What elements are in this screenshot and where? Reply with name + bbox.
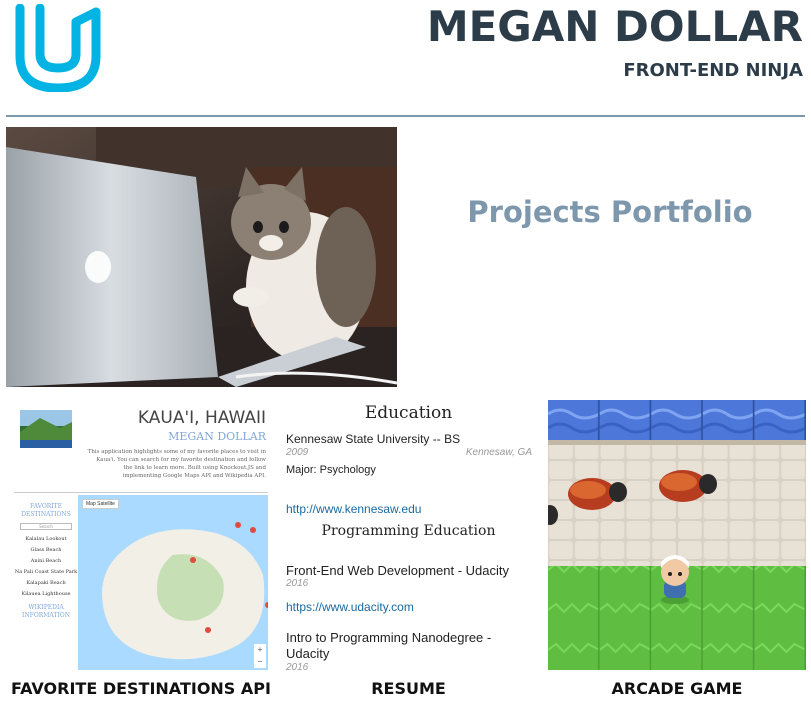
kauai-map: Map Satellite + − <box>78 495 268 670</box>
site-owner-name: MEGAN DOLLAR <box>426 2 803 51</box>
caption-arcade-game[interactable]: ARCADE GAME <box>548 679 806 698</box>
course-title: Intro to Programming Nanodegree - <box>286 630 492 645</box>
preview-author: MEGAN DOLLAR <box>168 430 266 443</box>
course-title: Front-End Web Development - Udacity <box>286 563 510 578</box>
education-heading: Education <box>364 403 453 423</box>
course-link: https://www.udacity.com <box>286 600 414 614</box>
preview-description: This application highlights some of my f… <box>87 449 266 479</box>
kauai-thumbnail <box>20 410 72 448</box>
owner-tagline: FRONT-END NINJA <box>623 60 803 81</box>
place-item: Kilauea Lighthouse <box>21 591 71 597</box>
place-item: Kalalau Lookout <box>25 536 67 542</box>
places-list: Kalalau Lookout Glass Beach Anini Beach … <box>14 536 78 598</box>
arcade-game-screenshot <box>548 400 806 670</box>
destinations-sidebar: FAVORITE DESTINATIONS Search Kalalau Loo… <box>14 495 78 670</box>
udacity-logo-icon <box>14 3 102 93</box>
project-tile-arcade-game[interactable] <box>548 400 806 670</box>
zoom-out-icon: − <box>257 657 263 666</box>
map-zoom-control: + − <box>254 644 266 668</box>
sidebar-heading: FAVORITE DESTINATIONS <box>21 503 71 518</box>
preview-title: KAUA'I, HAWAII <box>137 408 266 428</box>
wiki-heading: WIKIPEDIA INFORMATION <box>22 604 70 619</box>
place-item: Glass Beach <box>30 547 62 553</box>
zoom-in-icon: + <box>257 645 263 654</box>
caption-destinations-api[interactable]: FAVORITE DESTINATIONS API <box>6 679 276 698</box>
course-year: 2016 <box>286 662 309 670</box>
school-year: 2009 <box>286 447 309 458</box>
project-tile-destinations-api[interactable]: KAUA'I, HAWAII MEGAN DOLLAR This applica… <box>14 400 268 670</box>
place-item: Kalapaki Beach <box>26 580 66 586</box>
course-title-continued: Udacity <box>286 646 330 661</box>
school-link: http://www.kennesaw.edu <box>286 502 422 516</box>
sidebar-search-input: Search <box>20 523 72 530</box>
course-year: 2016 <box>286 578 309 589</box>
map-toggle-satellite: Satellite <box>97 501 115 507</box>
project-tile-resume[interactable]: Education Kennesaw State University -- B… <box>283 400 534 670</box>
place-item: Na Pali Coast State Park <box>14 569 78 575</box>
school-location: Kennesaw, GA <box>465 447 532 458</box>
map-toggle-map: Map <box>86 501 96 507</box>
island-shape <box>102 522 268 660</box>
portfolio-title: Projects Portfolio <box>467 195 753 229</box>
hero-image <box>6 127 397 387</box>
caption-resume[interactable]: RESUME <box>283 679 534 698</box>
preview-divider <box>14 492 268 493</box>
online-heading: Programming Education <box>321 523 496 539</box>
school-name: Kennesaw State University -- BS <box>286 432 461 446</box>
place-item: Anini Beach <box>30 558 62 564</box>
school-major: Major: Psychology <box>286 464 376 476</box>
header-divider <box>6 115 805 117</box>
map-type-toggle: Map Satellite <box>82 499 119 509</box>
